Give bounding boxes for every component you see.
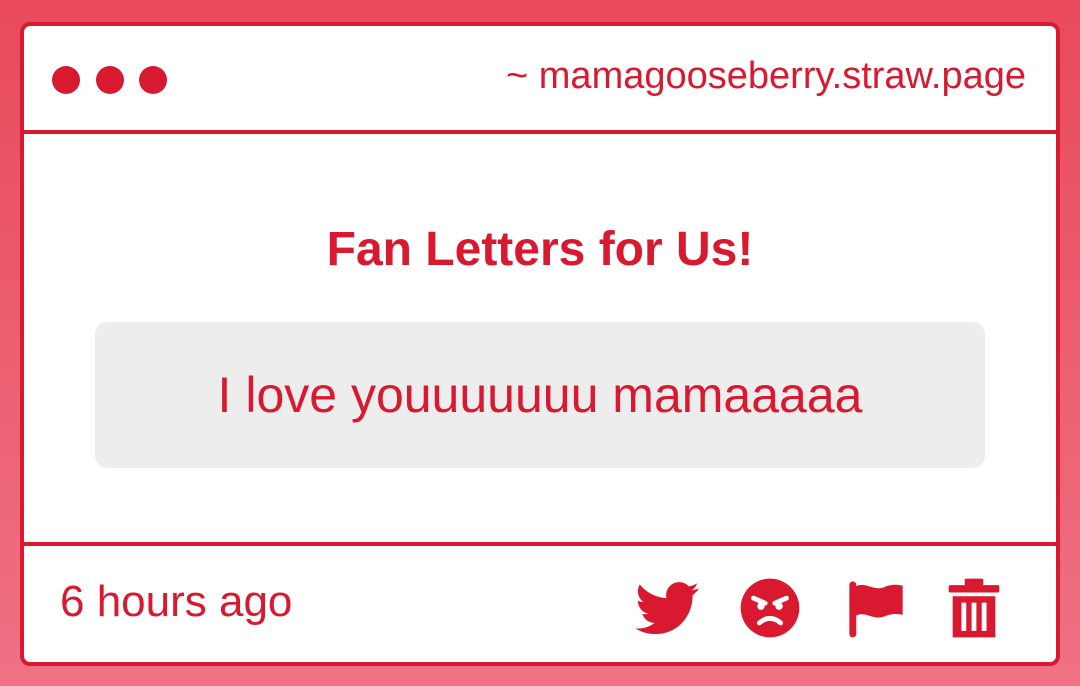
letter-footer: 6 hours ago	[24, 542, 1056, 662]
window-dot-icon	[96, 66, 124, 94]
message-box: I love youuuuuuu mamaaaaa	[95, 322, 985, 468]
flag-icon	[849, 581, 903, 638]
share-twitter-button[interactable]	[636, 576, 700, 640]
delete-button[interactable]	[942, 576, 1006, 640]
letter-card: ~ mamagooseberry.straw.page Fan Letters …	[20, 22, 1060, 666]
angry-face-icon	[740, 578, 800, 638]
report-flag-button[interactable]	[844, 576, 908, 640]
trash-icon	[948, 578, 1000, 638]
window-dot-icon	[139, 66, 167, 94]
timestamp: 6 hours ago	[60, 577, 293, 626]
twitter-icon	[636, 582, 699, 635]
message-text: I love youuuuuuu mamaaaaa	[217, 367, 863, 423]
window-dot-icon	[52, 66, 80, 94]
page-title: Fan Letters for Us!	[326, 223, 754, 276]
page-url[interactable]: ~ mamagooseberry.straw.page	[506, 55, 1026, 98]
react-angry-button[interactable]	[738, 576, 802, 640]
window-titlebar: ~ mamagooseberry.straw.page	[24, 26, 1056, 134]
letter-content: Fan Letters for Us! I love youuuuuuu mam…	[24, 134, 1056, 542]
